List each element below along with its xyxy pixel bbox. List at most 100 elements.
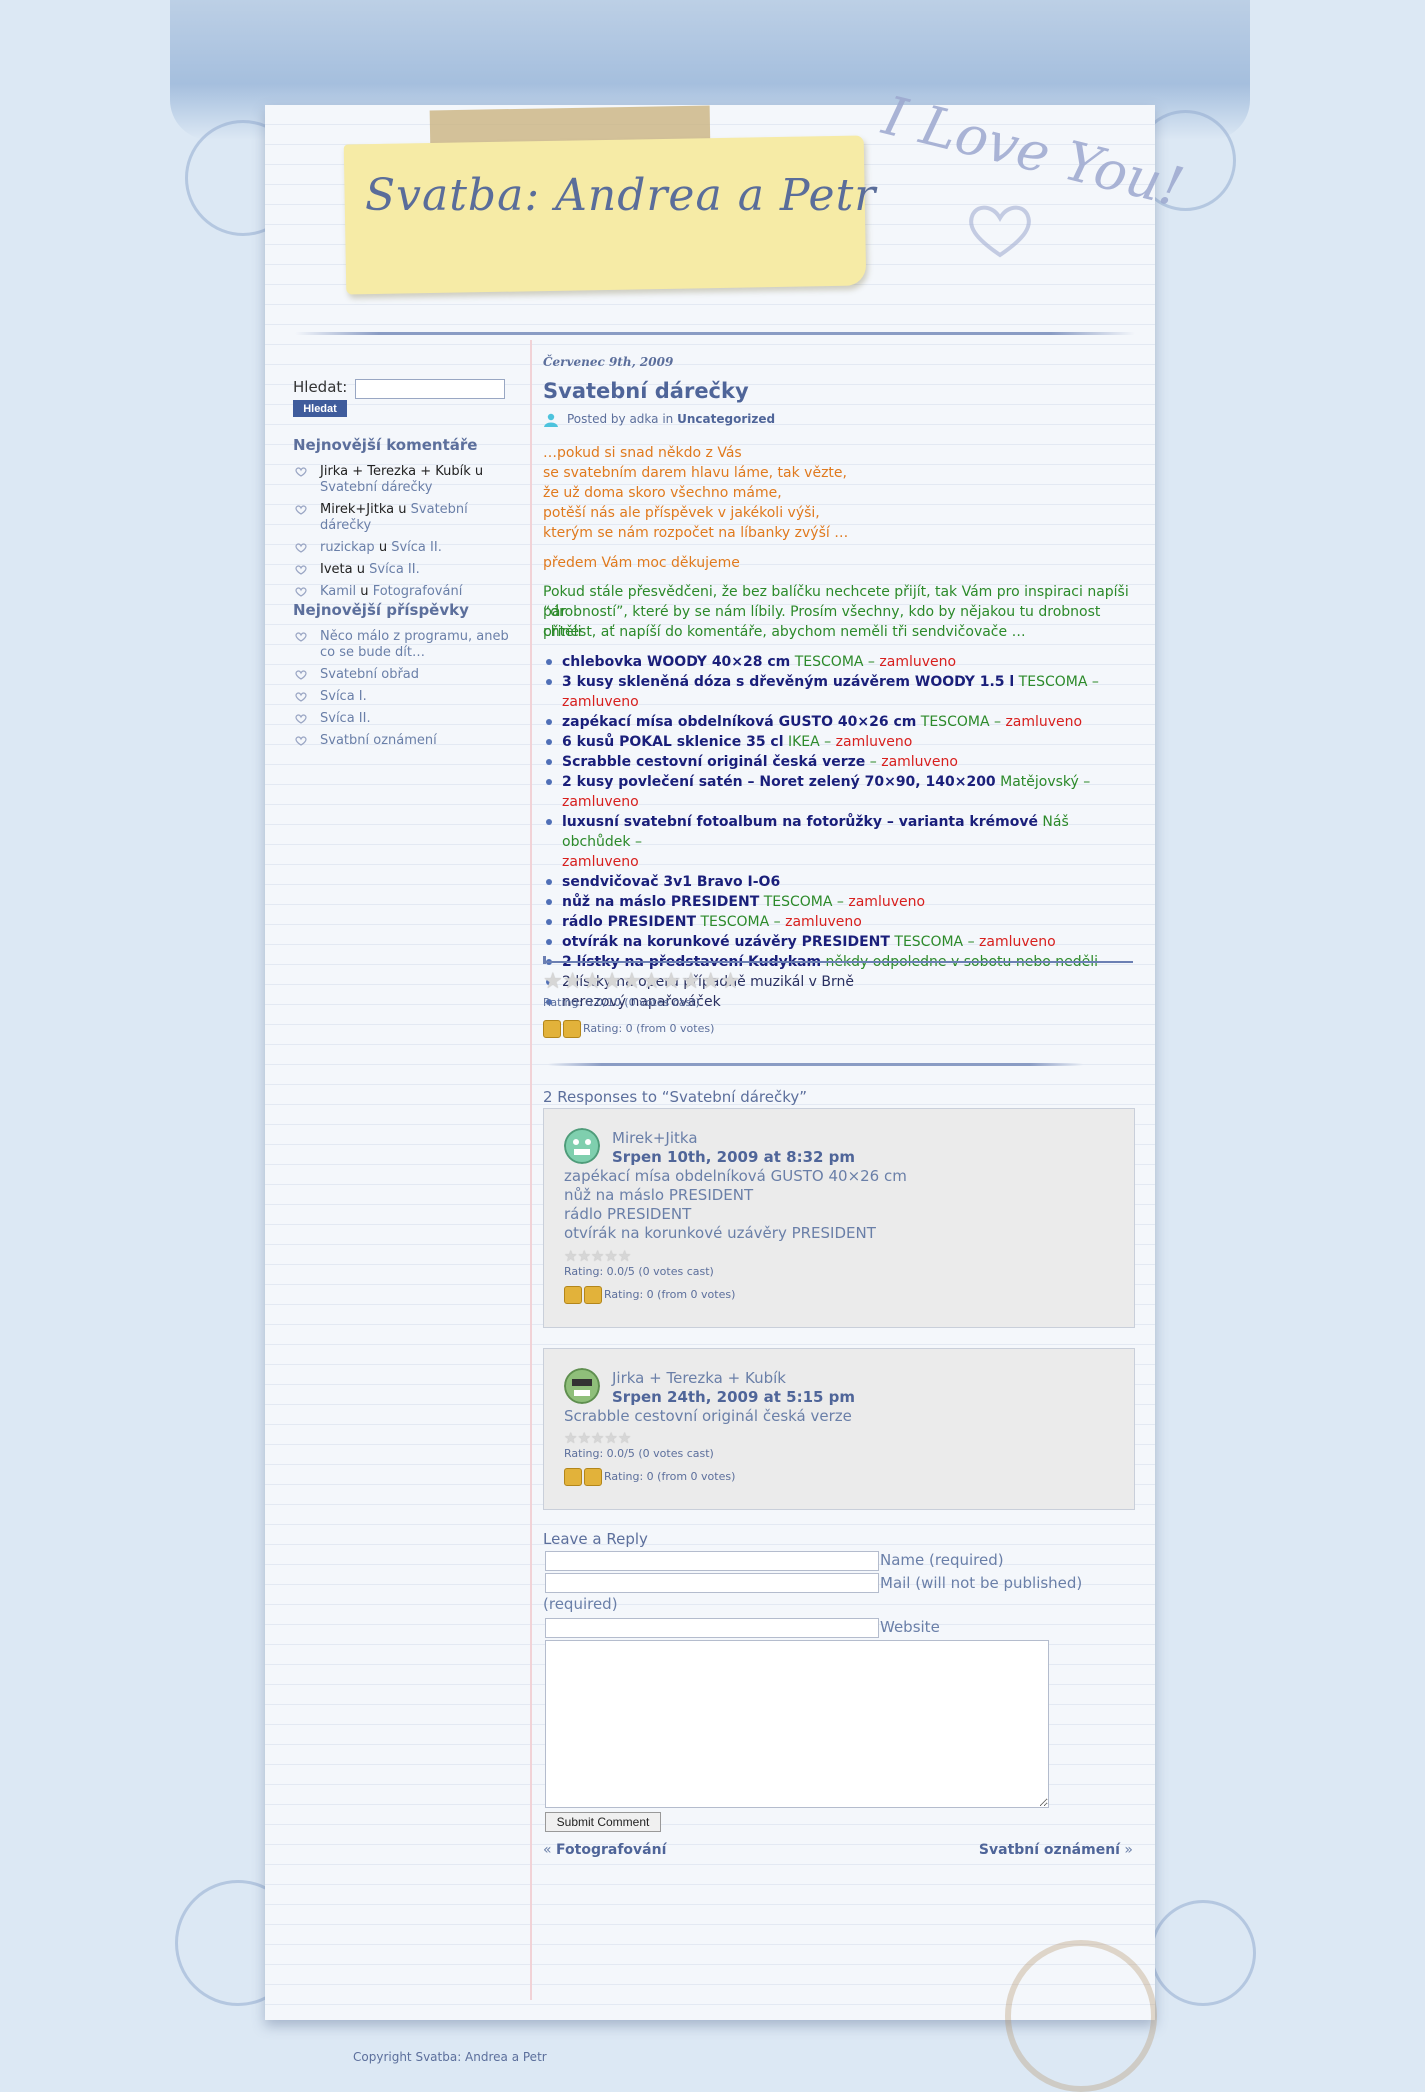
- post-title[interactable]: Svatební dárečky: [543, 379, 749, 403]
- gift-item: 6 kusů POKAL sklenice 35 cl IKEA – zamlu…: [543, 732, 1133, 752]
- poem-line: se svatebním darem hlavu láme, tak vězte…: [543, 465, 847, 481]
- thumbs-text: Rating: 0 (from 0 votes): [604, 1470, 736, 1483]
- comment-post-link[interactable]: Svatební dárečky: [320, 480, 432, 495]
- thumbs-down-icon[interactable]: [584, 1468, 602, 1486]
- comment-author[interactable]: Mirek+Jitka: [612, 1129, 698, 1147]
- recent-post-link[interactable]: Svíca II.: [320, 711, 371, 726]
- blog-title[interactable]: Svatba: Andrea a Petr: [365, 170, 876, 221]
- list-item: Iveta u Svíca II.: [293, 562, 523, 578]
- rating-star-icon[interactable]: ★: [642, 969, 662, 994]
- rating-star-icon[interactable]: ★: [681, 969, 701, 994]
- comment-sep: u: [398, 502, 407, 517]
- prev-post-nav: « Fotografování: [543, 1842, 666, 1858]
- comment-author: Jirka + Terezka + Kubík: [320, 464, 471, 479]
- website-field[interactable]: [545, 1618, 879, 1638]
- recent-post-link[interactable]: Svatbní oznámení: [320, 733, 437, 748]
- website-label: Website: [880, 1618, 940, 1636]
- gift-item: 2 kusy povlečení satén – Noret zelený 70…: [543, 772, 1133, 812]
- recent-posts-heading: Nejnovější příspěvky: [293, 601, 469, 619]
- submit-comment-button[interactable]: Submit Comment: [545, 1812, 661, 1832]
- rating-star-icon[interactable]: ★: [721, 969, 741, 994]
- prev-post-link[interactable]: Fotografování: [556, 1842, 666, 1858]
- post-rating-text: Rating: 0.0/10 (0 votes cast): [543, 996, 700, 1009]
- comment-date: Srpen 24th, 2009 at 5:15 pm: [612, 1388, 856, 1406]
- comment-post-link[interactable]: Svíca II.: [369, 562, 420, 577]
- rating-star-icon[interactable]: ★: [618, 1429, 631, 1447]
- gift-shop: TESCOMA: [894, 934, 964, 950]
- post-rule: [543, 961, 1133, 963]
- thumbs-down-icon[interactable]: [563, 1020, 581, 1038]
- search-input[interactable]: [355, 379, 505, 399]
- rating-star-icon[interactable]: ★: [591, 1247, 604, 1265]
- heart-bullet-icon: [295, 505, 307, 515]
- gift-dash: –: [865, 754, 882, 770]
- recent-post-link[interactable]: Svíca I.: [320, 689, 367, 704]
- rating-star-icon[interactable]: ★: [582, 969, 602, 994]
- recent-comments-heading: Nejnovější komentáře: [293, 436, 478, 454]
- poem-line: kterým se nám rozpočet na líbanky zvýší …: [543, 525, 849, 541]
- recent-post-link[interactable]: Něco málo z programu, aneb co se bude dí…: [320, 629, 509, 660]
- comment-author: Iveta: [320, 562, 353, 577]
- rating-star-icon[interactable]: ★: [602, 969, 622, 994]
- rating-star-icon[interactable]: ★: [577, 1429, 590, 1447]
- thumbs-up-icon[interactable]: [564, 1286, 582, 1304]
- rating-star-icon[interactable]: ★: [543, 969, 563, 994]
- comment-line: otvírák na korunkové uzávěry PRESIDENT: [564, 1224, 876, 1242]
- next-post-nav: Svatbní oznámení »: [979, 1842, 1133, 1858]
- list-item: Mirek+Jitka u Svatební dárečky: [293, 502, 523, 534]
- comment-rating-text: Rating: 0.0/5 (0 votes cast): [564, 1265, 714, 1278]
- category-link[interactable]: Uncategorized: [677, 412, 775, 426]
- gift-dash: –: [989, 714, 1006, 730]
- comment-rating-stars[interactable]: ★ ★ ★ ★ ★: [564, 1429, 631, 1447]
- comment-textarea[interactable]: [545, 1640, 1049, 1808]
- next-post-link[interactable]: Svatbní oznámení: [979, 1842, 1120, 1858]
- comment-author: Mirek+Jitka: [320, 502, 395, 517]
- gift-dash: –: [963, 934, 980, 950]
- rating-star-icon[interactable]: ★: [661, 969, 681, 994]
- gift-shop: TESCOMA: [763, 894, 833, 910]
- rating-star-icon[interactable]: ★: [604, 1429, 617, 1447]
- name-field[interactable]: [545, 1551, 879, 1571]
- rating-star-icon[interactable]: ★: [563, 969, 583, 994]
- recent-post-link[interactable]: Svatební obřad: [320, 667, 419, 682]
- gift-shop: TESCOMA: [700, 914, 770, 930]
- comment-author-link[interactable]: ruzickap: [320, 540, 375, 555]
- search-button[interactable]: Hledat: [293, 400, 347, 417]
- gift-item: 3 kusy skleněná dóza s dřevěným uzávěrem…: [543, 672, 1133, 712]
- heart-bullet-icon: [295, 670, 307, 680]
- thumbs-down-icon[interactable]: [584, 1286, 602, 1304]
- list-item: Svíca II.: [293, 711, 523, 727]
- rating-star-icon[interactable]: ★: [701, 969, 721, 994]
- comment-thumbs: Rating: 0 (from 0 votes): [564, 1286, 735, 1304]
- comment-rating-stars[interactable]: ★ ★ ★ ★ ★: [564, 1247, 631, 1265]
- post-rating-stars[interactable]: ★ ★ ★ ★ ★ ★ ★ ★ ★ ★: [543, 969, 740, 994]
- mail-field[interactable]: [545, 1573, 879, 1593]
- comment-author-link[interactable]: Kamil: [320, 584, 356, 599]
- responses-heading: 2 Responses to “Svatební dárečky”: [543, 1088, 808, 1106]
- gift-name: luxusní svatební fotoalbum na fotorůžky …: [562, 814, 1038, 830]
- post-rule-mark: [543, 956, 546, 964]
- gift-name: zapékací mísa obdelníková GUSTO 40×26 cm: [562, 714, 917, 730]
- leave-reply-heading: Leave a Reply: [543, 1530, 648, 1548]
- rating-star-icon[interactable]: ★: [564, 1429, 577, 1447]
- comment-post-link[interactable]: Svíca II.: [391, 540, 442, 555]
- poem-line: potěší nás ale příspěvek v jakékoli výši…: [543, 505, 820, 521]
- thumbs-up-icon[interactable]: [543, 1020, 561, 1038]
- rating-star-icon[interactable]: ★: [618, 1247, 631, 1265]
- rating-star-icon[interactable]: ★: [622, 969, 642, 994]
- comment-post-link[interactable]: Fotografování: [373, 584, 463, 599]
- gift-shop: TESCOMA: [1018, 674, 1088, 690]
- heart-bullet-icon: [295, 543, 307, 553]
- rating-star-icon[interactable]: ★: [591, 1429, 604, 1447]
- thumbs-up-icon[interactable]: [564, 1468, 582, 1486]
- rating-star-icon[interactable]: ★: [577, 1247, 590, 1265]
- list-item: Svatbní oznámení: [293, 733, 523, 749]
- list-item: Jirka + Terezka + Kubík u Svatební dáreč…: [293, 464, 523, 496]
- heart-bullet-icon: [295, 632, 307, 642]
- comment-author[interactable]: Jirka + Terezka + Kubík: [612, 1369, 786, 1387]
- gift-dash: –: [1078, 774, 1091, 790]
- gift-name: 2 kusy povlečení satén – Noret zelený 70…: [562, 774, 996, 790]
- rating-star-icon[interactable]: ★: [564, 1247, 577, 1265]
- comment-sep: u: [356, 562, 365, 577]
- rating-star-icon[interactable]: ★: [604, 1247, 617, 1265]
